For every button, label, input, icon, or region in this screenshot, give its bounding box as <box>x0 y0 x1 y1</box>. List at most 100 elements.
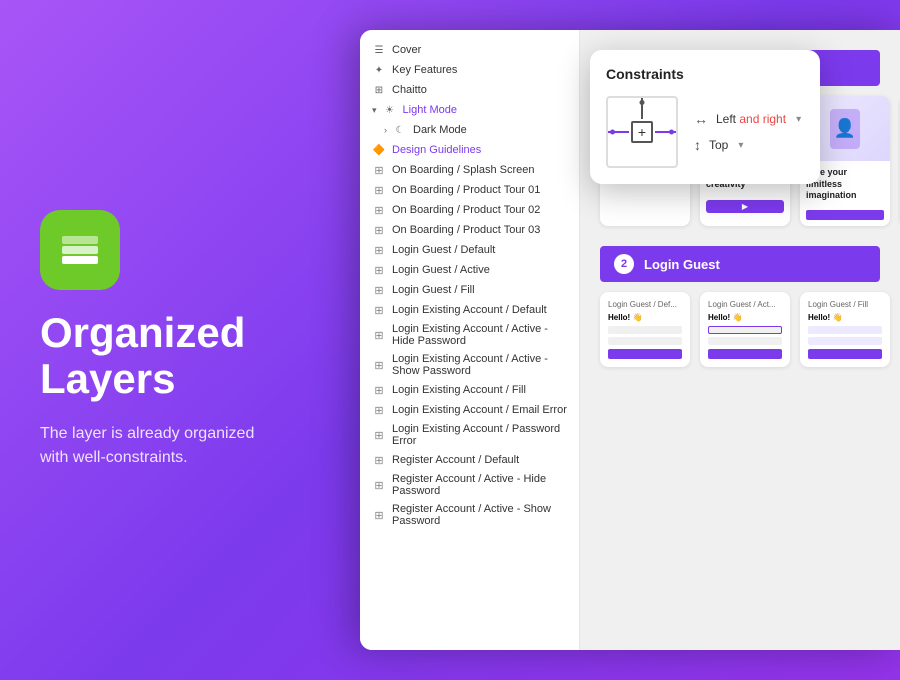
layer-label: Design Guidelines <box>392 144 481 156</box>
grid-icon: ⊞ <box>372 223 386 237</box>
layer-label: Login Existing Account / Active - Show P… <box>392 353 567 377</box>
layer-register-active-hide[interactable]: ⊞ Register Account / Active - Hide Passw… <box>360 470 579 500</box>
sun-icon: 🔶 <box>372 143 386 157</box>
section2-header: 2 Login Guest <box>600 246 880 282</box>
subheadline: The layer is already organized with well… <box>40 422 280 470</box>
center-cross: + <box>638 124 646 140</box>
layer-login-existing-active-show[interactable]: ⊞ Login Existing Account / Active - Show… <box>360 350 579 380</box>
layer-label: Login Existing Account / Password Error <box>392 423 567 447</box>
layer-label: Login Existing Account / Fill <box>392 384 526 396</box>
card-visual: 👤 <box>830 109 860 149</box>
diagram-line-horizontal-left <box>608 131 629 133</box>
constraints-popup: Constraints + ↔ Left and right ▾ <box>590 50 820 184</box>
layer-label: Register Account / Default <box>392 454 519 466</box>
layer-label: Dark Mode <box>413 124 467 136</box>
headline: Organized Layers <box>40 310 320 402</box>
login-button[interactable] <box>608 349 682 359</box>
layer-register-default[interactable]: ⊞ Register Account / Default <box>360 450 579 470</box>
layers-panel: ☰ Cover ✦ Key Features ⊞ Chaitto ▾ ☀ Lig… <box>360 30 580 650</box>
page-icon: ☰ <box>372 43 386 57</box>
constraint-label-top: Top <box>709 138 728 152</box>
grid-icon: ⊞ <box>372 163 386 177</box>
layer-design-guidelines[interactable]: 🔶 Design Guidelines <box>360 140 579 160</box>
grid-icon: ⊞ <box>372 328 386 342</box>
login-hello: Hello! 👋 <box>708 313 782 322</box>
layer-register-active-show[interactable]: ⊞ Register Account / Active - Show Passw… <box>360 500 579 530</box>
sparkle-icon: ✦ <box>372 63 386 77</box>
layer-label: On Boarding / Splash Screen <box>392 164 534 176</box>
card-icon: 👤 <box>834 118 856 139</box>
login-button[interactable] <box>708 349 782 359</box>
email-field <box>808 326 882 334</box>
layer-login-guest-active[interactable]: ⊞ Login Guest / Active <box>360 260 579 280</box>
login-guest-section: 2 Login Guest Login Guest / Def... Hello… <box>600 246 880 367</box>
grid-icon: ⊞ <box>372 478 386 492</box>
layer-onboarding-splash[interactable]: ⊞ On Boarding / Splash Screen <box>360 160 579 180</box>
section2-number: 2 <box>614 254 634 274</box>
card-btn <box>806 210 884 220</box>
login-card-subtitle: Login Guest / Def... <box>608 300 682 309</box>
layer-label: Light Mode <box>403 104 457 116</box>
layer-login-existing-email-error[interactable]: ⊞ Login Existing Account / Email Error <box>360 400 579 420</box>
email-field <box>608 326 682 334</box>
constraints-title: Constraints <box>606 66 804 82</box>
layer-login-existing-default[interactable]: ⊞ Login Existing Account / Default <box>360 300 579 320</box>
layer-label: Login Guest / Fill <box>392 284 475 296</box>
login-hello: Hello! 👋 <box>808 313 882 322</box>
constraint-top[interactable]: ↕ Top ▾ <box>694 137 801 153</box>
layer-dark-mode[interactable]: › ☾ Dark Mode <box>360 120 579 140</box>
layer-label: Register Account / Active - Show Passwor… <box>392 503 567 527</box>
left-section: Organized Layers The layer is already or… <box>40 0 320 680</box>
layer-label: Login Existing Account / Default <box>392 304 547 316</box>
grid-icon: ⊞ <box>372 303 386 317</box>
layer-label: On Boarding / Product Tour 03 <box>392 224 540 236</box>
layer-login-existing-active-hide[interactable]: ⊞ Login Existing Account / Active - Hide… <box>360 320 579 350</box>
login-card-active: Login Guest / Act... Hello! 👋 <box>700 292 790 367</box>
login-cards: Login Guest / Def... Hello! 👋 Login Gues… <box>600 292 880 367</box>
layer-light-mode[interactable]: ▾ ☀ Light Mode <box>360 100 579 120</box>
constraint-left-right[interactable]: ↔ Left and right ▾ <box>694 111 801 127</box>
layer-label: On Boarding / Product Tour 01 <box>392 184 540 196</box>
constraints-options: ↔ Left and right ▾ ↕ Top ▾ <box>694 111 801 153</box>
login-hello: Hello! 👋 <box>608 313 682 322</box>
grid-icon: ⊞ <box>372 203 386 217</box>
password-field <box>608 337 682 345</box>
layer-login-guest-default[interactable]: ⊞ Login Guest / Default <box>360 240 579 260</box>
constraint-label-left-right: Left and right <box>716 112 786 126</box>
layer-key-features[interactable]: ✦ Key Features <box>360 60 579 80</box>
chevron-down-icon: ▾ <box>738 140 743 151</box>
grid-icon: ⊞ <box>372 403 386 417</box>
login-button[interactable] <box>808 349 882 359</box>
chevron-right-icon: › <box>384 125 387 135</box>
grid-icon: ⊞ <box>372 508 386 522</box>
login-card-default: Login Guest / Def... Hello! 👋 <box>600 292 690 367</box>
diagram-center-box: + <box>631 121 653 143</box>
login-card-subtitle: Login Guest / Fill <box>808 300 882 309</box>
layer-product-tour-02[interactable]: ⊞ On Boarding / Product Tour 02 <box>360 200 579 220</box>
layer-label: Cover <box>392 44 421 56</box>
layer-label: Login Existing Account / Email Error <box>392 404 567 416</box>
layer-login-existing-fill[interactable]: ⊞ Login Existing Account / Fill <box>360 380 579 400</box>
layer-label: Login Guest / Active <box>392 264 490 276</box>
layer-cover[interactable]: ☰ Cover <box>360 40 579 60</box>
grid-icon: ⊞ <box>372 243 386 257</box>
layer-chaitto[interactable]: ⊞ Chaitto <box>360 80 579 100</box>
layer-product-tour-03[interactable]: ⊞ On Boarding / Product Tour 03 <box>360 220 579 240</box>
app-icon <box>40 210 120 290</box>
layer-label: Key Features <box>392 64 457 76</box>
grid-icon: ⊞ <box>372 358 386 372</box>
layer-login-existing-password-error[interactable]: ⊞ Login Existing Account / Password Erro… <box>360 420 579 450</box>
grid-icon: ⊞ <box>372 183 386 197</box>
horizontal-arrows-icon: ↔ <box>694 111 708 127</box>
layer-product-tour-01[interactable]: ⊞ On Boarding / Product Tour 01 <box>360 180 579 200</box>
component-icon: ⊞ <box>372 83 386 97</box>
sun-icon: ☀ <box>383 103 397 117</box>
chevron-down-icon: ▾ <box>796 114 801 125</box>
grid-icon: ⊞ <box>372 263 386 277</box>
diagram-line-horizontal-right <box>655 131 676 133</box>
layer-login-guest-fill[interactable]: ⊞ Login Guest / Fill <box>360 280 579 300</box>
grid-icon: ⊞ <box>372 428 386 442</box>
grid-icon: ⊞ <box>372 283 386 297</box>
layer-label: Login Existing Account / Active - Hide P… <box>392 323 567 347</box>
layer-label: On Boarding / Product Tour 02 <box>392 204 540 216</box>
